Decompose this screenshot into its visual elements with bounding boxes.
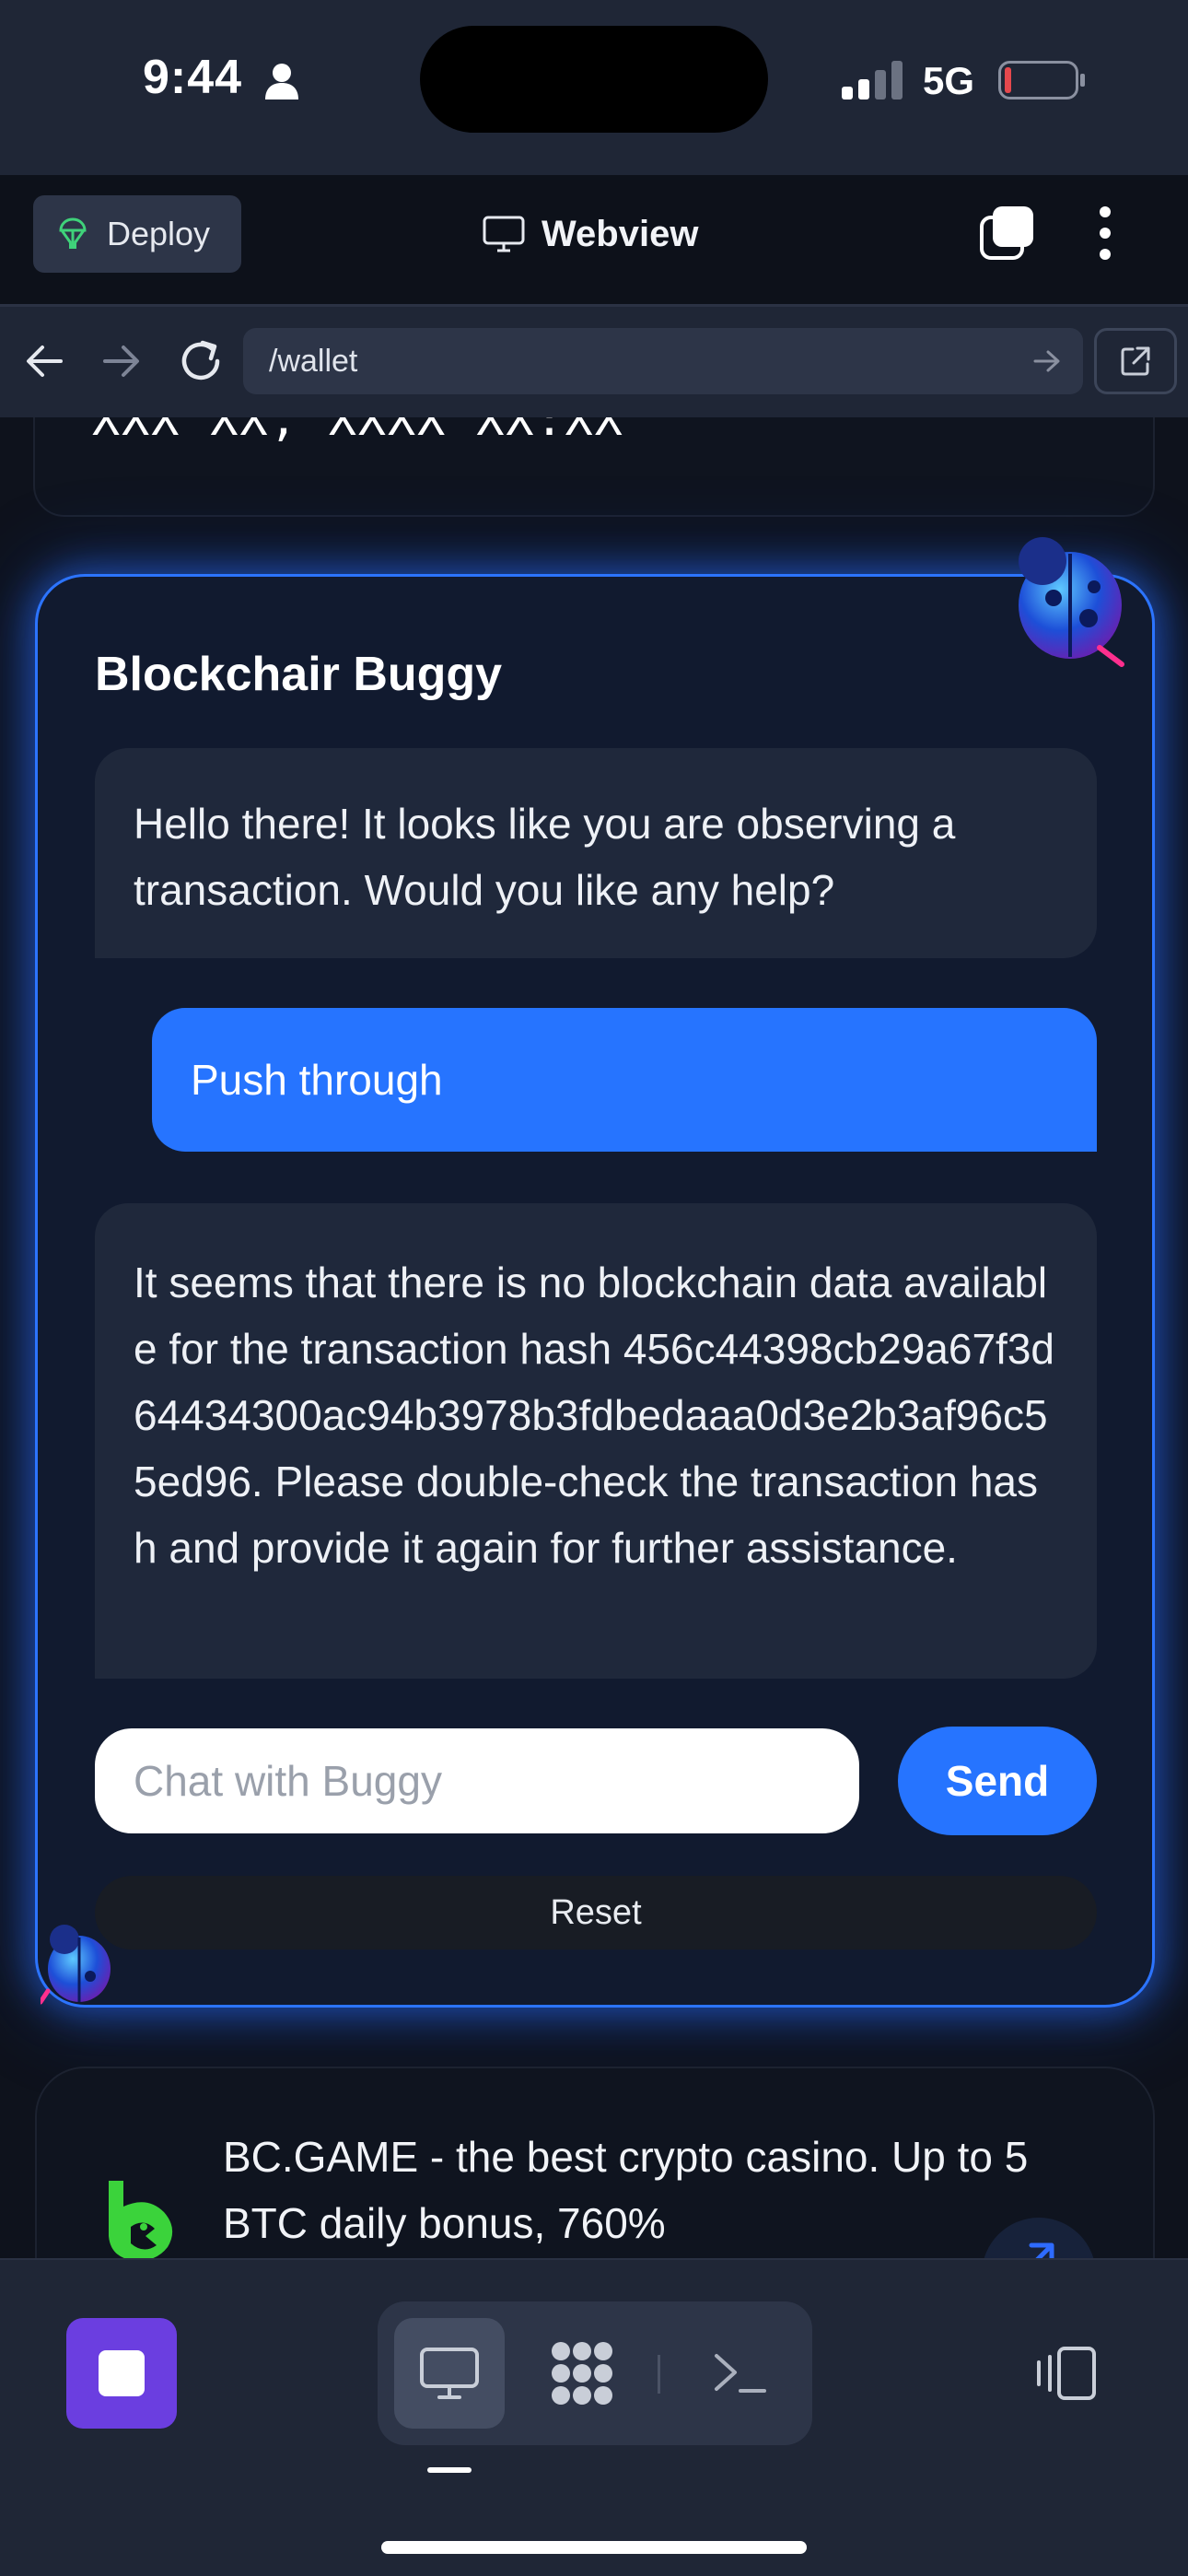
chat-title: Blockchair Buggy xyxy=(95,648,503,701)
apps-icon xyxy=(552,2342,612,2405)
apps-mode-button[interactable] xyxy=(527,2318,637,2429)
console-mode-button[interactable] xyxy=(685,2318,796,2429)
buggy-chat-card: Blockchair Buggy Hello there! It looks l… xyxy=(35,574,1155,2008)
open-external-button[interactable] xyxy=(1094,328,1177,394)
bot-message: It seems that there is no blockchain dat… xyxy=(95,1203,1097,1679)
user-message: Push through xyxy=(152,1008,1097,1152)
tabs-icon[interactable] xyxy=(980,205,1035,262)
stop-button[interactable] xyxy=(66,2318,177,2429)
signal-icon xyxy=(842,61,903,100)
ad-text[interactable]: BC.GAME - the best crypto casino. Up to … xyxy=(223,2124,1052,2256)
desktop-icon xyxy=(420,2348,479,2399)
masked-datetime: XXX XX, XXXX XX:XX xyxy=(92,417,624,446)
webview-label: Webview xyxy=(542,213,699,254)
url-input[interactable]: /wallet xyxy=(243,328,1083,394)
network-type: 5G xyxy=(923,59,975,102)
home-indicator xyxy=(381,2541,807,2554)
dynamic-island xyxy=(420,26,768,133)
console-icon xyxy=(715,2354,766,2393)
status-time: 9:44 xyxy=(143,51,243,104)
more-icon[interactable] xyxy=(1094,205,1116,262)
bot-message: Hello there! It looks like you are obser… xyxy=(95,748,1097,958)
deploy-icon xyxy=(59,217,87,249)
battery-icon xyxy=(998,61,1085,100)
reset-button[interactable]: Reset xyxy=(95,1876,1097,1950)
back-arrow-icon[interactable] xyxy=(24,341,66,381)
forward-arrow-icon[interactable] xyxy=(99,341,142,381)
bc-game-logo-icon xyxy=(109,2181,173,2258)
active-mode-indicator xyxy=(427,2467,472,2473)
mode-separator xyxy=(658,2355,660,2394)
ladybug-mascot-icon xyxy=(1019,537,1124,667)
arrow-up-right-icon xyxy=(1029,2242,1054,2258)
open-external-icon xyxy=(1121,346,1150,376)
ladybug-small-icon xyxy=(41,1925,111,2005)
web-content[interactable]: XXX XX, XXXX XX:XX Blockchair Buggy Hell… xyxy=(0,417,1188,2258)
monitor-icon xyxy=(483,216,525,252)
url-text: /wallet xyxy=(269,343,358,379)
webview-title: Webview xyxy=(483,205,698,263)
deploy-label: Deploy xyxy=(107,215,211,252)
go-arrow-icon[interactable] xyxy=(1031,346,1063,376)
deploy-button[interactable]: Deploy xyxy=(33,195,241,273)
chat-input[interactable]: Chat with Buggy xyxy=(95,1728,859,1833)
reload-icon[interactable] xyxy=(177,337,225,385)
person-icon xyxy=(265,64,298,100)
desktop-mode-button[interactable] xyxy=(394,2318,505,2429)
stop-icon xyxy=(99,2350,145,2396)
device-icon[interactable] xyxy=(1031,2346,1098,2401)
send-button[interactable]: Send xyxy=(898,1727,1097,1835)
